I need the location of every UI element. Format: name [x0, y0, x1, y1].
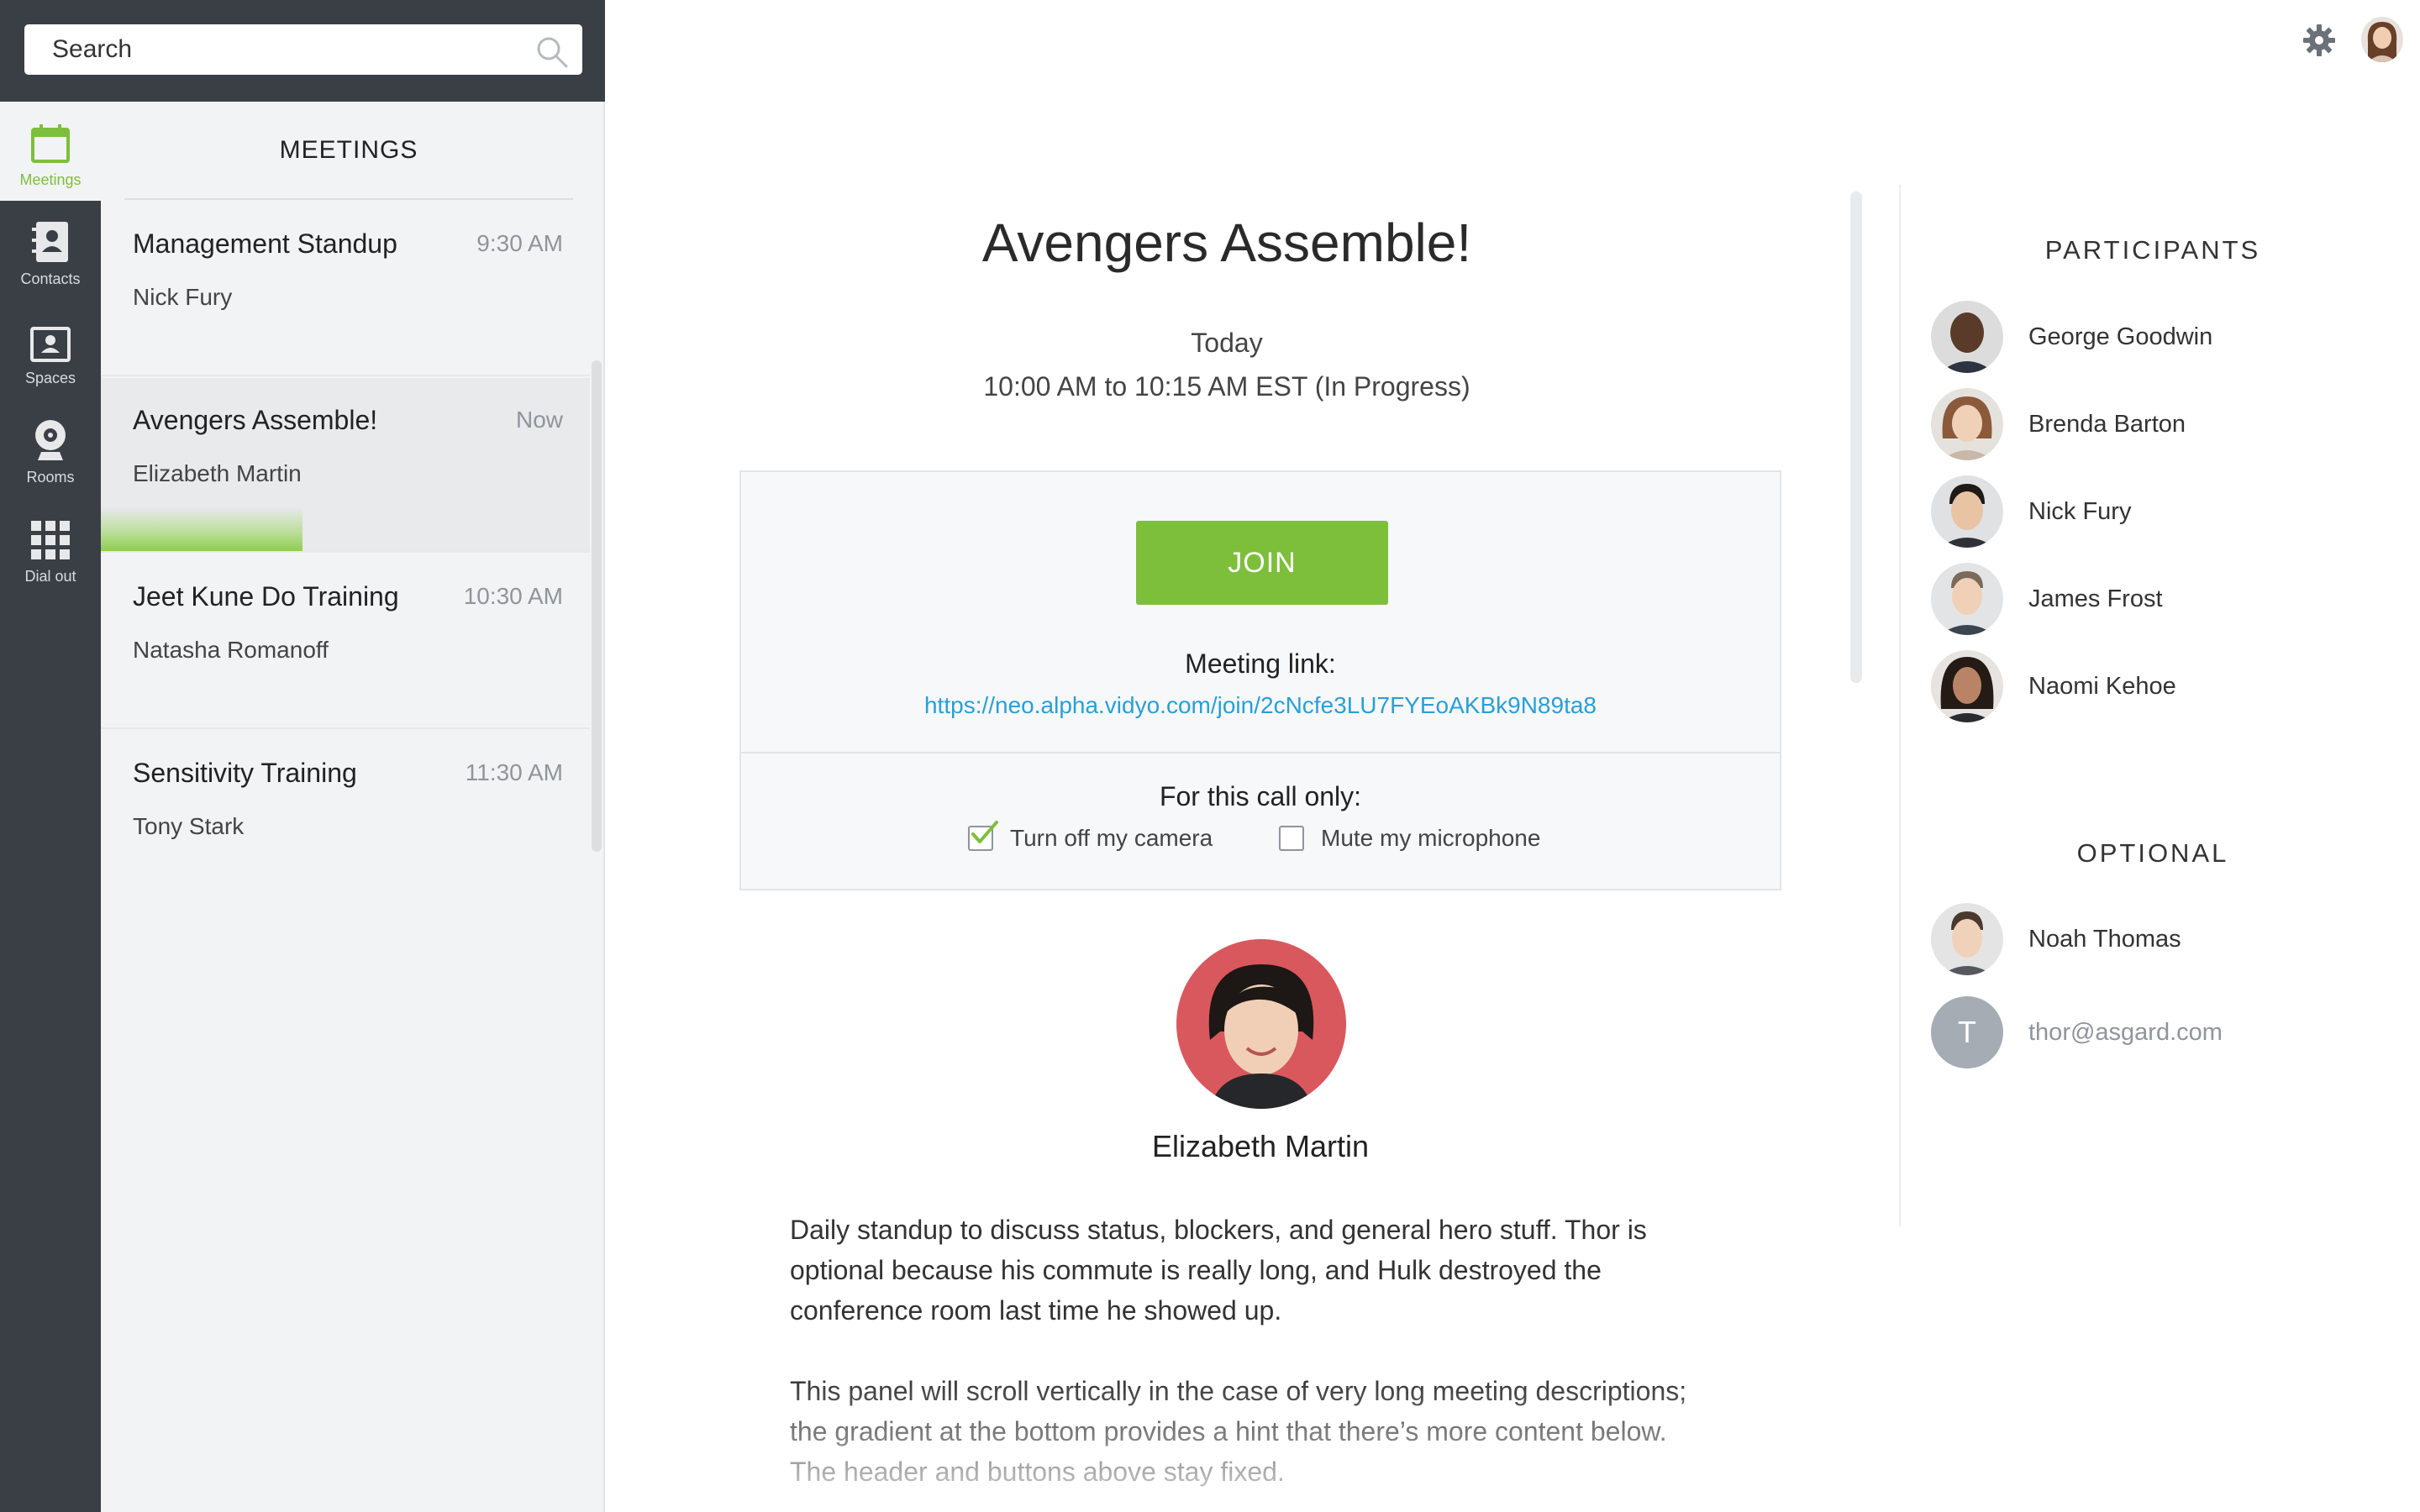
meeting-title: Avengers Assemble! — [981, 213, 1472, 273]
participant-name: Noah Thomas — [2028, 925, 2181, 953]
meeting-link-label: Meeting link: — [1185, 648, 1336, 679]
contacts-icon — [29, 220, 71, 264]
rail-item-dial-out[interactable]: Dial out — [0, 498, 101, 597]
avatar — [1931, 563, 2003, 635]
user-avatar[interactable] — [2361, 17, 2403, 62]
optional-participant[interactable]: Noah Thomas — [1931, 903, 2181, 975]
rail-item-meetings[interactable]: Meetings — [0, 102, 101, 201]
participant-name: Brenda Barton — [2028, 410, 2186, 438]
meeting-name: Jeet Kune Do Training — [133, 581, 399, 612]
meeting-time: Now — [515, 407, 563, 433]
gear-icon[interactable] — [2302, 24, 2336, 61]
meeting-name: Management Standup — [133, 228, 397, 259]
meeting-time: 10:30 AM — [463, 583, 563, 609]
optional-participant-email[interactable]: T thor@asgard.com — [1931, 996, 2223, 1068]
participant[interactable]: Brenda Barton — [1931, 388, 2186, 460]
search-input[interactable] — [24, 24, 529, 75]
search-bar — [0, 0, 605, 102]
mute-mic-label: Mute my microphone — [1321, 825, 1541, 851]
keypad-icon — [29, 519, 71, 561]
avatar — [1931, 388, 2003, 460]
meeting-time: 11:30 AM — [465, 759, 563, 785]
left-rail: Meetings Contacts Spaces Rooms Dial out — [0, 102, 101, 1512]
meeting-name: Sensitivity Training — [133, 758, 357, 788]
meeting-organizer: Nick Fury — [133, 284, 233, 310]
camera-off-label: Turn off my camera — [1010, 825, 1213, 851]
detail-scrollbar[interactable] — [1850, 192, 1862, 683]
meeting-organizer: Tony Stark — [133, 813, 245, 839]
meeting-time: 9:30 AM — [476, 230, 563, 256]
rail-label: Contacts — [20, 270, 81, 287]
rail-label: Meetings — [19, 171, 82, 188]
camera-off-checkbox[interactable] — [968, 821, 998, 851]
meeting-item[interactable]: Management Standup 9:30 AM Nick Fury — [101, 202, 590, 376]
rail-item-contacts[interactable]: Contacts — [0, 201, 101, 300]
spaces-icon — [29, 326, 71, 363]
meeting-time-range: 10:00 AM to 10:15 AM EST (In Progress) — [983, 371, 1470, 402]
rail-item-rooms[interactable]: Rooms — [0, 399, 101, 498]
avatar — [1931, 650, 2003, 722]
call-options-label: For this call only: — [1159, 781, 1362, 811]
meetings-list-panel: MEETINGS Management Standup 9:30 AM Nick… — [101, 102, 605, 1512]
calendar-icon — [29, 123, 71, 165]
meeting-description: Daily standup to discuss status, blocker… — [790, 1210, 1714, 1492]
participant-email: thor@asgard.com — [2028, 1018, 2223, 1046]
meeting-detail: Avengers Assemble! Today 10:00 AM to 10:… — [605, 0, 1862, 1512]
participant-name: James Frost — [2028, 585, 2163, 612]
meeting-item-selected[interactable]: Avengers Assemble! Now Elizabeth Martin — [101, 378, 590, 553]
camera-off-option[interactable]: Turn off my camera — [968, 821, 1213, 852]
participants-panel: PARTICIPANTS George Goodwin Brenda Barto… — [1899, 185, 2420, 1226]
mute-mic-option[interactable]: Mute my microphone — [1279, 825, 1540, 852]
participant-name: George Goodwin — [2028, 323, 2213, 350]
participant[interactable]: James Frost — [1931, 563, 2163, 635]
search-icon[interactable] — [535, 35, 569, 73]
meetings-list-title: MEETINGS — [124, 102, 573, 200]
meeting-link[interactable]: https://neo.alpha.vidyo.com/join/2cNcfe3… — [741, 692, 1780, 719]
search-box[interactable] — [24, 24, 582, 75]
participant[interactable]: George Goodwin — [1931, 301, 2212, 373]
divider — [741, 752, 1780, 753]
optional-heading: OPTIONAL — [2076, 838, 2229, 868]
in-progress-indicator — [101, 507, 302, 551]
rail-item-spaces[interactable]: Spaces — [0, 300, 101, 399]
participant-name: Naomi Kehoe — [2028, 672, 2176, 700]
meeting-item[interactable]: Jeet Kune Do Training 10:30 AM Natasha R… — [101, 554, 590, 729]
join-button[interactable]: JOIN — [1136, 521, 1388, 605]
meeting-organizer: Elizabeth Martin — [133, 460, 302, 486]
meeting-name: Avengers Assemble! — [133, 405, 378, 435]
participants-heading: PARTICIPANTS — [2044, 235, 2261, 265]
checkmark-icon — [971, 821, 998, 843]
participant[interactable]: Naomi Kehoe — [1931, 650, 2176, 722]
meeting-organizer: Natasha Romanoff — [133, 637, 329, 663]
avatar — [1931, 301, 2003, 373]
rail-label: Dial out — [24, 568, 76, 585]
list-scrollbar[interactable] — [592, 360, 602, 852]
description-paragraph: Daily standup to discuss status, blocker… — [790, 1215, 1647, 1326]
mute-mic-checkbox[interactable] — [1279, 826, 1304, 851]
meeting-day: Today — [1191, 328, 1263, 358]
description-paragraph: This panel will scroll vertically in the… — [790, 1376, 1687, 1487]
rail-label: Rooms — [26, 469, 75, 486]
avatar — [1931, 475, 2003, 548]
participant-name: Nick Fury — [2028, 497, 2132, 525]
avatar — [1931, 903, 2003, 975]
participant[interactable]: Nick Fury — [1931, 475, 2131, 548]
host-avatar — [1176, 939, 1346, 1109]
initial-avatar: T — [1931, 996, 2003, 1068]
webcam-icon — [29, 418, 71, 462]
join-panel: JOIN Meeting link: https://neo.alpha.vid… — [739, 470, 1781, 890]
rail-label: Spaces — [24, 370, 76, 386]
meeting-item[interactable]: Sensitivity Training 11:30 AM Tony Stark — [101, 731, 590, 906]
host-name: Elizabeth Martin — [1151, 1129, 1370, 1163]
